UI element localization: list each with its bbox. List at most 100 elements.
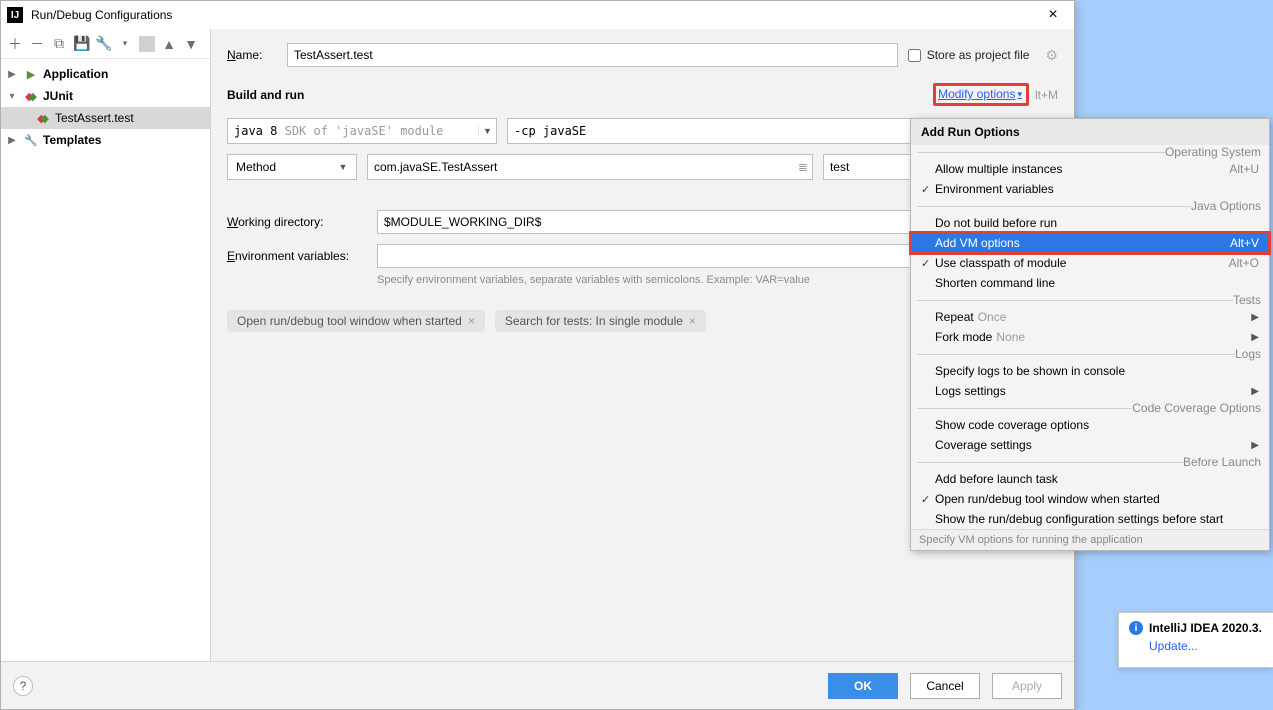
tree-node-testassert[interactable]: TestAssert.test <box>1 107 210 129</box>
menu-item-label: Show the run/debug configuration setting… <box>935 512 1259 526</box>
templates-icon: 🔧 <box>23 132 39 148</box>
menu-item-allow-multiple-instances[interactable]: Allow multiple instancesAlt+U <box>911 159 1269 179</box>
menu-item-label: Specify logs to be shown in console <box>935 364 1259 378</box>
popup-group-separator: Operating System <box>911 145 1269 159</box>
scope-value: Method <box>236 160 276 174</box>
gear-icon[interactable]: ⚙ <box>1045 47 1058 64</box>
move-up-icon[interactable]: ▲ <box>161 36 177 52</box>
chevron-down-icon: ▼ <box>478 126 496 136</box>
build-and-run-header: Build and run Modify options ▾ lt+M <box>227 83 1058 106</box>
cancel-button[interactable]: Cancel <box>910 673 980 699</box>
menu-item-label: Add VM options <box>935 236 1230 250</box>
menu-item-label: Shorten command line <box>935 276 1259 290</box>
check-icon: ✓ <box>921 493 935 506</box>
menu-item-label: Fork modeNone <box>935 330 1245 344</box>
remove-config-icon[interactable]: － <box>29 34 45 54</box>
update-link[interactable]: Update... <box>1149 639 1198 653</box>
menu-item-repeat[interactable]: RepeatOnce▶ <box>911 307 1269 327</box>
pill-open-tool-window[interactable]: Open run/debug tool window when started … <box>227 310 485 332</box>
popup-group-separator: Code Coverage Options <box>911 401 1269 415</box>
add-config-icon[interactable]: ＋ <box>7 34 23 54</box>
close-icon[interactable]: × <box>1038 6 1068 24</box>
submenu-arrow-icon: ▶ <box>1245 312 1259 323</box>
submenu-arrow-icon: ▶ <box>1245 386 1259 397</box>
move-down-icon[interactable]: ▼ <box>183 36 199 52</box>
menu-item-shorten-command-line[interactable]: Shorten command line <box>911 273 1269 293</box>
titlebar-title: Run/Debug Configurations <box>31 8 1038 22</box>
workingdir-label: Working directory: <box>227 215 367 229</box>
menu-item-logs-settings[interactable]: Logs settings▶ <box>911 381 1269 401</box>
menu-item-label: Coverage settings <box>935 438 1245 452</box>
check-icon: ✓ <box>921 257 935 270</box>
menu-item-add-vm-options[interactable]: Add VM optionsAlt+V <box>911 233 1269 253</box>
apply-button[interactable]: Apply <box>992 673 1062 699</box>
wrench-icon[interactable]: 🔧 <box>95 35 111 52</box>
titlebar: IJ Run/Debug Configurations × <box>1 1 1074 29</box>
config-tree: ▶ ▶ Application ▾ JUnit TestAssert.test … <box>1 59 210 155</box>
menu-item-do-not-build-before-run[interactable]: Do not build before run <box>911 213 1269 233</box>
info-icon: i <box>1129 621 1143 635</box>
menu-shortcut: Alt+U <box>1229 162 1259 176</box>
popup-title: Add Run Options <box>911 119 1269 145</box>
dialog-footer: ? OK Cancel Apply <box>1 661 1074 709</box>
junit-icon <box>35 110 51 126</box>
tree-label: Application <box>43 67 108 81</box>
modify-options-link[interactable]: Modify options ▾ <box>938 87 1022 101</box>
expand-arrow-icon[interactable]: ▶ <box>5 135 19 146</box>
menu-item-label: Logs settings <box>935 384 1245 398</box>
config-name-input[interactable] <box>287 43 898 67</box>
store-as-project-file[interactable]: Store as project file <box>908 48 1030 62</box>
update-notification[interactable]: i IntelliJ IDEA 2020.3. Update... <box>1118 612 1273 668</box>
save-config-icon[interactable]: 💾 <box>73 35 89 52</box>
name-label: Name: <box>227 48 277 62</box>
test-scope-dropdown[interactable]: Method ▼ <box>227 154 357 180</box>
menu-shortcut: Alt+O <box>1229 256 1259 270</box>
remove-pill-icon[interactable]: × <box>689 314 696 328</box>
menu-item-show-the-run-debug-configuration-settings-before-start[interactable]: Show the run/debug configuration setting… <box>911 509 1269 529</box>
test-class-field[interactable]: com.javaSE.TestAssert ≣ <box>367 154 813 180</box>
menu-item-use-classpath-of-module[interactable]: ✓Use classpath of moduleAlt+O <box>911 253 1269 273</box>
pill-search-scope[interactable]: Search for tests: In single module × <box>495 310 706 332</box>
popup-group-separator: Tests <box>911 293 1269 307</box>
help-icon[interactable]: ? <box>13 676 33 696</box>
tree-node-application[interactable]: ▶ ▶ Application <box>1 63 210 85</box>
menu-item-fork-mode[interactable]: Fork modeNone▶ <box>911 327 1269 347</box>
name-row: Name: Store as project file ⚙ <box>227 43 1058 67</box>
popup-group-separator: Before Launch <box>911 455 1269 469</box>
toolbar-divider <box>139 36 155 52</box>
menu-item-label: Allow multiple instances <box>935 162 1229 176</box>
modify-options-popup: Add Run Options Operating SystemAllow mu… <box>910 118 1270 551</box>
menu-item-specify-logs-to-be-shown-in-console[interactable]: Specify logs to be shown in console <box>911 361 1269 381</box>
menu-item-label: Show code coverage options <box>935 418 1259 432</box>
jdk-dropdown[interactable]: java 8 SDK of 'javaSE' module ▼ <box>227 118 497 144</box>
list-icon[interactable]: ≣ <box>798 160 808 174</box>
menu-item-coverage-settings[interactable]: Coverage settings▶ <box>911 435 1269 455</box>
menu-item-show-code-coverage-options[interactable]: Show code coverage options <box>911 415 1269 435</box>
env-label: Environment variables: <box>227 249 367 263</box>
popup-group-separator: Logs <box>911 347 1269 361</box>
popup-group-separator: Java Options <box>911 199 1269 213</box>
submenu-arrow-icon: ▶ <box>1245 440 1259 451</box>
notification-title: IntelliJ IDEA 2020.3. <box>1149 621 1262 635</box>
menu-item-label: Open run/debug tool window when started <box>935 492 1259 506</box>
expand-arrow-icon[interactable]: ▶ <box>5 69 19 80</box>
modify-options-highlight: Modify options ▾ <box>933 83 1029 106</box>
store-checkbox[interactable] <box>908 49 921 62</box>
menu-item-label: Add before launch task <box>935 472 1259 486</box>
popup-footer-hint: Specify VM options for running the appli… <box>911 529 1269 550</box>
chevron-down-icon: ▾ <box>1017 89 1022 100</box>
modify-shortcut: lt+M <box>1035 88 1058 102</box>
ok-button[interactable]: OK <box>828 673 898 699</box>
menu-item-environment-variables[interactable]: ✓Environment variables <box>911 179 1269 199</box>
menu-item-add-before-launch-task[interactable]: Add before launch task <box>911 469 1269 489</box>
remove-pill-icon[interactable]: × <box>468 314 475 328</box>
copy-config-icon[interactable]: ⧉ <box>51 35 67 52</box>
tree-label: Templates <box>43 133 101 147</box>
menu-item-open-run-debug-tool-window-when-started[interactable]: ✓Open run/debug tool window when started <box>911 489 1269 509</box>
menu-item-label: Use classpath of module <box>935 256 1229 270</box>
tree-label: TestAssert.test <box>55 111 134 125</box>
tree-node-junit[interactable]: ▾ JUnit <box>1 85 210 107</box>
collapse-arrow-icon[interactable]: ▾ <box>5 91 19 102</box>
check-icon: ✓ <box>921 183 935 196</box>
tree-node-templates[interactable]: ▶ 🔧 Templates <box>1 129 210 151</box>
